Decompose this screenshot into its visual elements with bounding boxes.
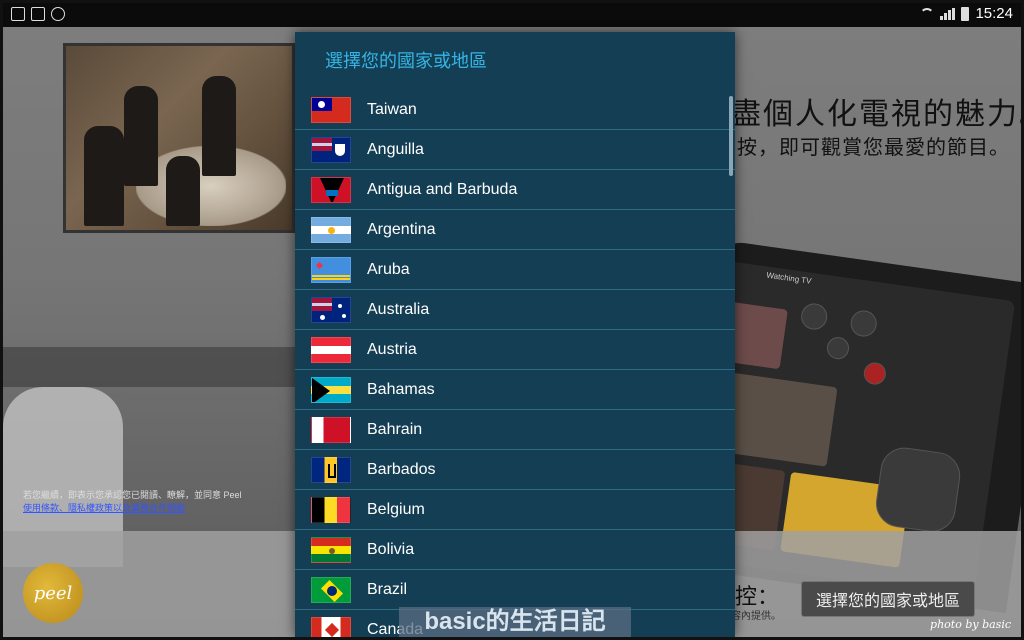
country-name: Australia (367, 300, 430, 318)
status-right: 15:24 (920, 5, 1013, 22)
headline-text: 盡個人化電視的魅力。 (731, 98, 1024, 131)
provider-text: 容內提供。 (731, 611, 781, 622)
country-name: Barbados (367, 460, 436, 478)
screenshot-icon (11, 7, 25, 21)
app-screen: 15:24 盡個人化電視的魅力。 按，即可觀賞您最愛的節目。 Watching … (0, 0, 1024, 640)
country-item-austria[interactable]: Austria (295, 330, 735, 370)
country-list[interactable]: Taiwan Anguilla Antigua and Barbuda Argenti… (295, 90, 735, 637)
dialog-title: 選擇您的國家或地區 (325, 51, 487, 71)
notes-icon (31, 7, 45, 21)
bahrain-flag-icon (311, 416, 351, 443)
clock: 15:24 (975, 5, 1013, 22)
compass-icon (51, 7, 65, 21)
country-item-bahrain[interactable]: Bahrain (295, 410, 735, 450)
wifi-icon (920, 7, 935, 20)
signal-icon (940, 7, 956, 20)
argentina-flag-icon (311, 216, 351, 243)
country-name: Antigua and Barbuda (367, 180, 518, 198)
country-item-argentina[interactable]: Argentina (295, 210, 735, 250)
australia-flag-icon (311, 296, 351, 323)
select-country-button[interactable]: 選擇您的國家或地區 (801, 581, 975, 617)
country-item-antigua-and-barbuda[interactable]: Antigua and Barbuda (295, 170, 735, 210)
country-item-aruba[interactable]: Aruba (295, 250, 735, 290)
country-name: Belgium (367, 500, 425, 518)
country-picker-dialog: 選擇您的國家或地區 Taiwan Anguilla Antigua and Barb… (295, 32, 735, 637)
watermark: basic的生活日記 (399, 607, 631, 637)
country-name: Brazil (367, 580, 408, 598)
brazil-flag-icon (311, 576, 351, 603)
country-name: Aruba (367, 260, 410, 278)
taiwan-flag-icon (311, 96, 351, 123)
bahamas-flag-icon (311, 376, 351, 403)
canada-flag-icon (311, 616, 351, 637)
anguilla-flag-icon (311, 136, 351, 163)
country-item-australia[interactable]: Australia (295, 290, 735, 330)
terms-link[interactable]: 使用條款、隱私權政策以及業務合作規範 (23, 502, 283, 515)
country-item-bolivia[interactable]: Bolivia (295, 530, 735, 570)
legal-notice: 若您繼續，即表示您承認您已閱讀、瞭解，並同意 Peel 使用條款、隱私權政策以及… (23, 489, 283, 515)
wall-tv-image (63, 43, 295, 233)
country-name: Bahamas (367, 380, 435, 398)
bolivia-flag-icon (311, 536, 351, 563)
aruba-flag-icon (311, 256, 351, 283)
subline-text: 按，即可觀賞您最愛的節目。 (737, 137, 1010, 159)
photo-credit: photo by basic (930, 618, 1011, 631)
austria-flag-icon (311, 336, 351, 363)
legal-text: 若您繼續，即表示您承認您已閱讀、瞭解，並同意 Peel (23, 490, 242, 500)
notification-icons (11, 7, 65, 21)
peel-logo: peel (23, 563, 83, 623)
battery-icon (961, 6, 970, 21)
country-item-barbados[interactable]: Barbados (295, 450, 735, 490)
country-item-belgium[interactable]: Belgium (295, 490, 735, 530)
tablet-label: Watching TV (765, 270, 813, 286)
country-name: Bahrain (367, 420, 423, 438)
country-name: Anguilla (367, 140, 424, 158)
country-name: Bolivia (367, 540, 415, 558)
list-scrollbar[interactable] (729, 96, 733, 176)
barbados-flag-icon (311, 456, 351, 483)
country-item-bahamas[interactable]: Bahamas (295, 370, 735, 410)
country-name: Argentina (367, 220, 436, 238)
shelf-image (3, 347, 303, 387)
belgium-flag-icon (311, 496, 351, 523)
country-item-brazil[interactable]: Brazil (295, 570, 735, 610)
country-name: Taiwan (367, 100, 417, 118)
status-bar: 15:24 (3, 3, 1021, 27)
country-name: Austria (367, 340, 417, 358)
country-item-anguilla[interactable]: Anguilla (295, 130, 735, 170)
country-item-taiwan[interactable]: Taiwan (295, 90, 735, 130)
antigua-flag-icon (311, 176, 351, 203)
